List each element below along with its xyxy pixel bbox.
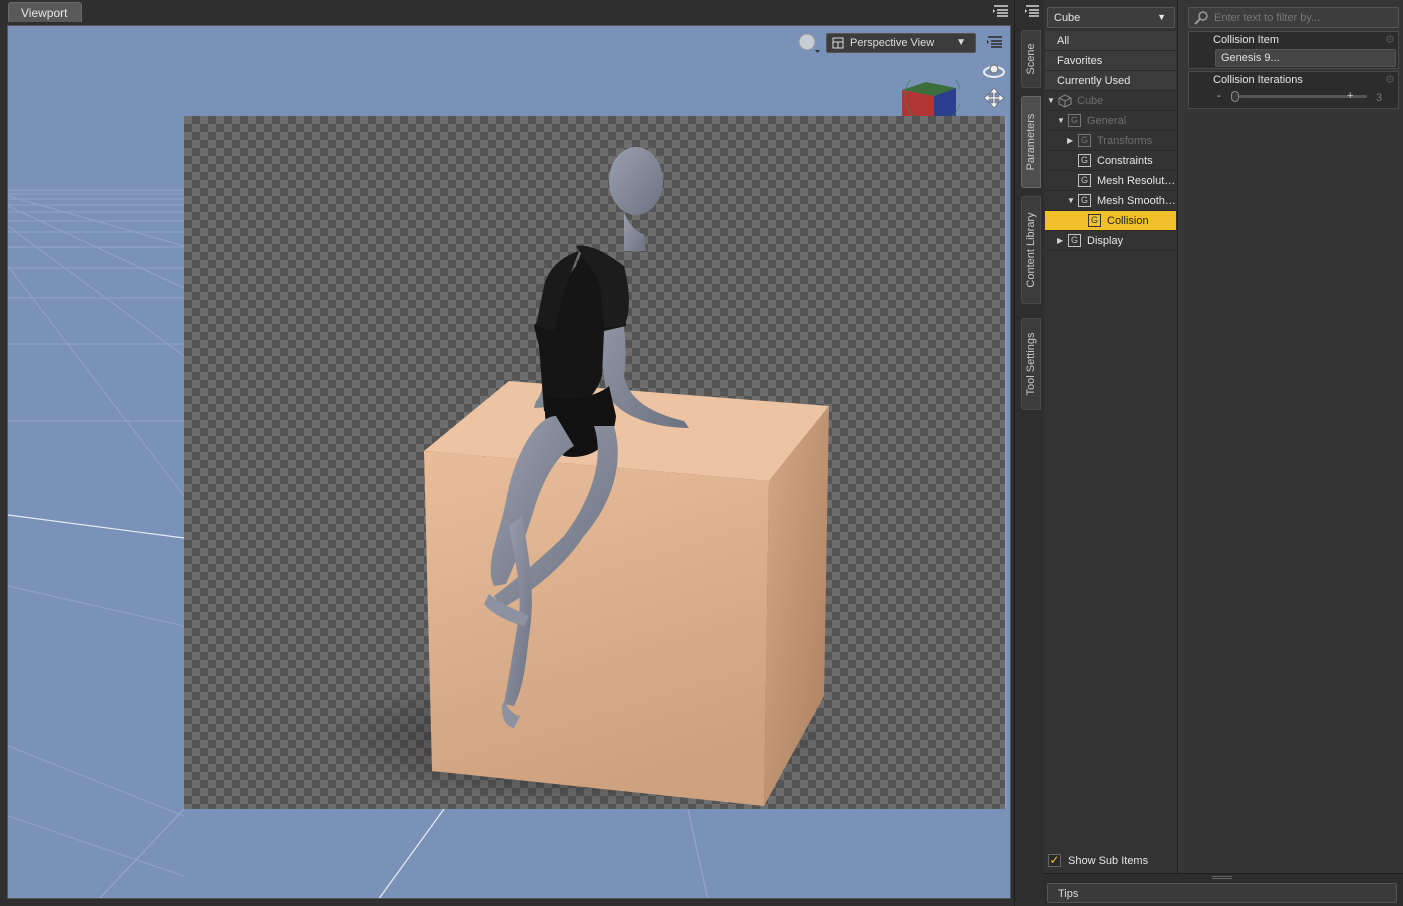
scene-illustration [324,147,844,806]
group-icon: G [1068,234,1081,247]
checkmark-icon: ✓ [1048,853,1061,867]
camera-icon [832,37,844,52]
group-icon: G [1068,114,1081,127]
tree-item-all[interactable]: All [1045,31,1176,51]
property-panel: Collision Item ⚙ Genesis 9... Collision … [1179,0,1403,906]
panel-menu-icon[interactable] [992,3,1010,19]
tab-tool-settings[interactable]: Tool Settings [1021,318,1041,410]
expand-down-icon[interactable]: ▼ [1057,116,1065,125]
node-selector-label: Cube [1054,12,1081,24]
expand-right-icon[interactable]: ▶ [1067,136,1073,145]
tab-content-library[interactable]: Content Library [1021,196,1041,304]
view-mode-select[interactable]: Perspective View ▼ [826,33,976,53]
tree-item-collision[interactable]: G Collision [1045,211,1176,231]
collision-iterations-value[interactable]: 3 [1376,92,1382,104]
search-icon [1193,11,1209,28]
tab-parameters[interactable]: Parameters [1021,96,1041,188]
tab-scene-label: Scene [1025,43,1037,75]
cube-node-icon [1058,94,1072,110]
tree-item-label: General [1087,115,1127,127]
property-label: Collision Iterations [1213,74,1303,86]
filter-input[interactable] [1214,8,1394,27]
tree-item-favorites[interactable]: Favorites [1045,51,1176,71]
tree-item-label: Display [1087,235,1124,247]
collision-item-select[interactable]: Genesis 9... [1215,49,1396,67]
show-sub-items-label: Show Sub Items [1068,855,1149,867]
tree-item-label: Collision [1107,215,1149,227]
splitter-handle[interactable] [1212,876,1232,879]
expand-down-icon[interactable]: ▼ [1047,96,1055,105]
group-icon: G [1078,134,1091,147]
filter-field[interactable] [1188,7,1399,28]
view-mode-label: Perspective View [850,37,935,49]
increment-button[interactable]: + [1347,90,1353,102]
render-preview-icon[interactable] [796,31,822,55]
slider-handle[interactable] [1231,91,1239,102]
tree-item-general[interactable]: ▼ G General [1045,111,1176,131]
group-icon: G [1088,214,1101,227]
pan-icon[interactable] [982,86,1006,110]
tree-item-label: All [1057,35,1070,47]
viewport-options-icon[interactable] [984,34,1004,52]
orbit-icon[interactable] [981,60,1007,82]
bottom-bar: Tips [1044,873,1403,906]
panel-menu-icon[interactable] [1023,3,1041,19]
tree-item-mesh-smoothing[interactable]: ▼ G Mesh Smooth… [1045,191,1176,211]
tree-item-cube[interactable]: ▼ Cube [1045,91,1176,111]
tree-item-currently-used[interactable]: Currently Used [1045,71,1176,91]
collision-iterations-property: Collision Iterations ⚙ - + 3 [1188,71,1399,109]
tree-item-label: Favorites [1057,55,1103,67]
side-tab-strip: Scene Parameters Content Library Tool Se… [1014,0,1044,906]
gear-icon[interactable]: ⚙ [1385,73,1395,86]
show-sub-items-checkbox[interactable]: ✓ Show Sub Items [1048,853,1176,871]
viewport-pane: Viewport Perspective View ▼ [0,0,1014,906]
decrement-button[interactable]: - [1217,90,1221,102]
render-preview [184,116,1005,809]
tab-content-library-label: Content Library [1025,212,1037,288]
node-selector[interactable]: Cube ▼ [1047,7,1175,28]
tab-scene[interactable]: Scene [1021,30,1041,88]
tree-item-label: Mesh Resolut… [1097,175,1176,187]
tree-item-label: Mesh Smooth… [1097,195,1176,207]
property-label: Collision Item [1213,34,1280,46]
tips-tab[interactable]: Tips [1047,883,1397,903]
tab-parameters-label: Parameters [1025,113,1037,171]
tree-item-label: Currently Used [1057,75,1131,87]
viewport-tab[interactable]: Viewport [8,2,82,22]
group-icon: G [1078,174,1091,187]
chevron-down-icon: ▼ [956,37,966,48]
tree-item-label: Cube [1077,95,1104,107]
scene-canvas[interactable]: Perspective View ▼ [7,25,1011,899]
gear-icon[interactable]: ⚙ [1385,33,1395,46]
tab-tool-settings-label: Tool Settings [1025,332,1037,396]
parameters-tree-pane: Cube ▼ All Favorites Currently Used ▼ Cu… [1044,0,1178,906]
tree-item-label: Transforms [1097,135,1153,147]
tree-item-label: Constraints [1097,155,1153,167]
view-cube-icon[interactable] [898,67,962,125]
tree-item-display[interactable]: ▶ G Display [1045,231,1176,251]
tree-item-mesh-resolution[interactable]: G Mesh Resolut… [1045,171,1176,191]
chevron-down-icon: ▼ [1157,12,1166,22]
expand-right-icon[interactable]: ▶ [1057,236,1063,245]
tree-item-constraints[interactable]: G Constraints [1045,151,1176,171]
collision-item-property: Collision Item ⚙ Genesis 9... [1188,31,1399,69]
expand-down-icon[interactable]: ▼ [1067,196,1075,205]
group-icon: G [1078,154,1091,167]
tree-item-transforms[interactable]: ▶ G Transforms [1045,131,1176,151]
group-icon: G [1078,194,1091,207]
